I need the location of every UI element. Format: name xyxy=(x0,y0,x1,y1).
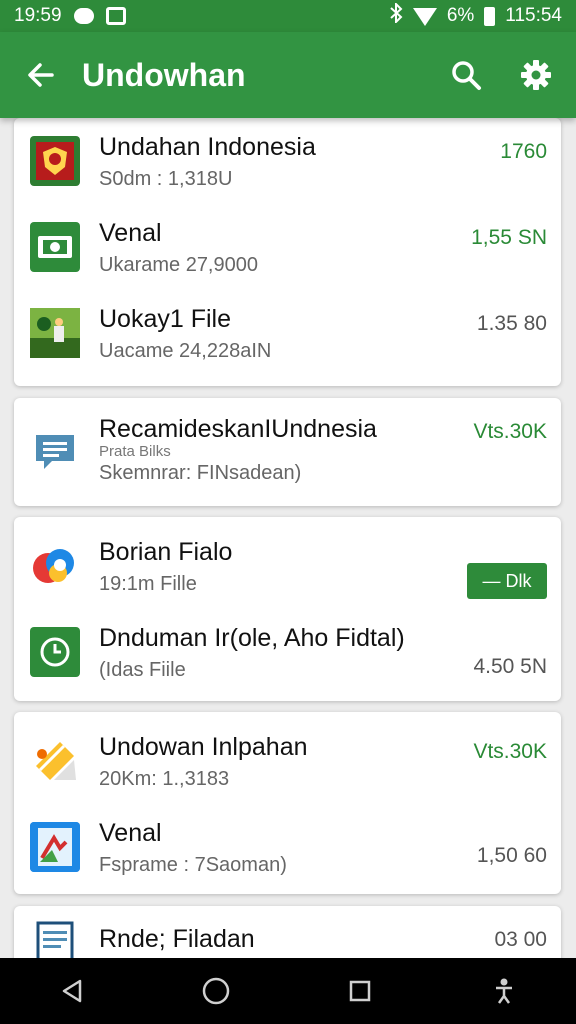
item-value: 1760 xyxy=(500,140,547,163)
battery-text: 6% xyxy=(446,5,475,26)
item-value: Vts.30K xyxy=(473,420,547,443)
file-group-card: Rnde; Filadan 03 00 xyxy=(14,906,561,958)
item-caption: Prata Bilks xyxy=(99,443,171,460)
gear-icon[interactable] xyxy=(518,57,554,93)
status-time-left: 19:59 xyxy=(14,5,62,26)
item-name: Venal xyxy=(99,219,162,247)
file-group-card: Undahan Indonesia S0dm : 1,318U 1760 Ven… xyxy=(14,118,561,386)
accessibility-icon[interactable] xyxy=(484,971,524,1011)
app-bar: Undowhan xyxy=(0,32,576,118)
green-box-app-icon xyxy=(30,222,80,272)
item-name: RecamideskanIUndnesia xyxy=(99,415,377,443)
document-icon xyxy=(30,916,80,958)
item-value: 03 00 xyxy=(494,928,547,951)
clock-app-icon xyxy=(30,627,80,677)
file-list: Undahan Indonesia S0dm : 1,318U 1760 Ven… xyxy=(0,118,576,958)
landscape-app-icon xyxy=(30,308,80,358)
item-subtitle: Skemnrar: FINsadean) xyxy=(99,462,302,484)
battery-icon xyxy=(484,6,496,26)
notification-square-icon xyxy=(105,7,126,25)
item-name: Dnduman Ir(ole, Aho Fidtal) xyxy=(99,624,405,652)
item-name: Venal xyxy=(99,819,162,847)
item-value: Vts.30K xyxy=(473,740,547,763)
bluetooth-icon xyxy=(389,1,403,29)
home-circle-icon[interactable] xyxy=(196,971,236,1011)
item-subtitle: S0dm : 1,318U xyxy=(99,168,233,190)
status-time-right: 115:54 xyxy=(505,5,562,26)
file-group-card: Undowan Inlpahan 20Km: 1.,3183 Vts.30K V… xyxy=(14,712,561,894)
list-item[interactable]: RecamideskanIUndnesia Prata Bilks Skemnr… xyxy=(14,404,561,500)
list-item[interactable]: Uokay1 File Uacame 24,228aIN 1.35 80 xyxy=(14,290,561,376)
item-value: 1,55 SN xyxy=(471,226,547,249)
item-name: Uokay1 File xyxy=(99,305,231,333)
chat-bubble-icon xyxy=(30,427,80,477)
item-name: Undowan Inlpahan xyxy=(99,733,308,761)
list-item[interactable]: Borian Fialo 19:1m Fille — Dlk xyxy=(14,523,561,609)
item-subtitle: Fsprame : 7Saoman) xyxy=(99,854,287,876)
chat-notification-icon xyxy=(73,8,94,24)
page-title: Undowhan xyxy=(82,56,246,93)
item-value: 4.50 5N xyxy=(473,655,547,678)
list-item[interactable]: Rnde; Filadan 03 00 xyxy=(14,906,561,958)
recents-square-icon[interactable] xyxy=(340,971,380,1011)
item-subtitle: Ukarame 27,9000 xyxy=(99,254,258,276)
file-group-card: Borian Fialo 19:1m Fille — Dlk Dnduman I… xyxy=(14,517,561,701)
file-group-card: RecamideskanIUndnesia Prata Bilks Skemnr… xyxy=(14,398,561,506)
list-item[interactable]: Undahan Indonesia S0dm : 1,318U 1760 xyxy=(14,118,561,204)
colorful-blob-app-icon xyxy=(30,541,80,591)
item-subtitle: 20Km: 1.,3183 xyxy=(99,768,230,790)
search-icon[interactable] xyxy=(448,57,484,93)
arrow-back-icon[interactable] xyxy=(23,57,59,93)
download-button[interactable]: — Dlk xyxy=(467,563,547,599)
status-bar: 19:59 6% 115:54 xyxy=(0,0,576,32)
list-item[interactable]: Venal Ukarame 27,9000 1,55 SN xyxy=(14,204,561,290)
back-triangle-icon[interactable] xyxy=(52,971,92,1011)
list-item[interactable]: Dnduman Ir(ole, Aho Fidtal) (Idas Fiile … xyxy=(14,609,561,695)
item-name: Undahan Indonesia xyxy=(99,133,316,161)
blue-clipboard-app-icon xyxy=(30,822,80,872)
item-name: Rnde; Filadan xyxy=(99,925,255,953)
wifi-icon xyxy=(412,8,437,26)
list-item[interactable]: Undowan Inlpahan 20Km: 1.,3183 Vts.30K xyxy=(14,718,561,804)
item-name: Borian Fialo xyxy=(99,538,233,566)
shield-app-icon xyxy=(30,136,80,186)
list-item[interactable]: Venal Fsprame : 7Saoman) 1,50 60 xyxy=(14,804,561,890)
item-subtitle: Uacame 24,228aIN xyxy=(99,340,272,362)
system-nav-bar xyxy=(0,958,576,1024)
item-value: 1.35 80 xyxy=(476,312,547,335)
item-value: 1,50 60 xyxy=(476,844,547,867)
item-subtitle: 19:1m Fille xyxy=(99,573,197,595)
yellow-pencil-app-icon xyxy=(30,736,80,786)
